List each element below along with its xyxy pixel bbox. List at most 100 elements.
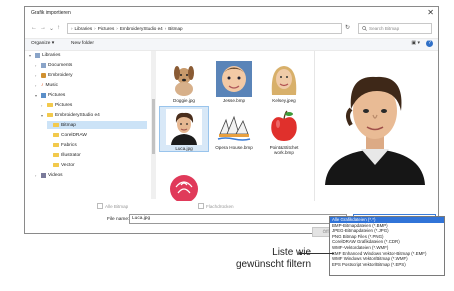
callout-line-2: gewünscht filtern	[236, 259, 312, 270]
breadcrumb-bitmap[interactable]: Bitmap	[168, 26, 182, 31]
tree-item-pictures-library[interactable]: ▾ Pictures	[35, 91, 65, 99]
up-arrow-icon[interactable]: ↑	[57, 25, 60, 31]
file-item-doggie[interactable]: Doggie.jpg	[159, 59, 209, 103]
folder-icon	[53, 152, 59, 158]
file-name-input[interactable]: Luca.jpg	[129, 214, 347, 224]
tree-item-label: Documents	[48, 62, 73, 68]
tree-scrollbar[interactable]	[151, 51, 156, 199]
expand-chevron-icon[interactable]: ▾	[29, 53, 33, 58]
refresh-icon[interactable]: ↻	[345, 24, 350, 31]
file-name: Kelsey.jpeg	[272, 98, 296, 103]
tree-item-label: Embroidery	[48, 72, 73, 78]
video-icon	[41, 172, 46, 178]
folder-icon	[53, 122, 59, 128]
expand-chevron-icon[interactable]: ›	[35, 173, 39, 178]
tree-item-label: Libraries	[42, 52, 61, 58]
expand-chevron-icon[interactable]: ›	[35, 83, 39, 88]
file-name: Luca.jpg	[175, 146, 193, 151]
file-item-opera-house[interactable]: Opera House.bmp	[209, 106, 259, 150]
opera-house-thumbnail	[216, 108, 252, 144]
tree-item-label: CorelDRAW	[61, 132, 87, 138]
forward-arrow-icon[interactable]: →	[40, 25, 46, 31]
apple-thumbnail	[266, 108, 302, 144]
breadcrumb-separator: ›	[116, 26, 118, 31]
tree-item-label: Pictures	[55, 102, 73, 108]
girl-thumbnail	[266, 61, 302, 97]
pictures-icon	[41, 92, 46, 98]
breadcrumb-separator: ›	[94, 26, 96, 31]
file-item-point-stitch[interactable]: Point&Stitchet work.bmp	[259, 106, 309, 155]
new-folder-button[interactable]: New folder	[71, 41, 94, 46]
tree-item-bitmap[interactable]: Bitmap	[47, 121, 147, 129]
organize-button[interactable]: Organize ▾	[31, 41, 54, 46]
folder-icon	[53, 142, 59, 148]
folder-icon	[53, 132, 59, 138]
search-input[interactable]: Search Bitmap	[358, 23, 432, 34]
tree-item-coreldraw[interactable]: CorelDRAW	[47, 131, 87, 139]
tree-item-pictures-folder[interactable]: › Pictures	[41, 101, 72, 109]
navigation-tree: ▾ Libraries › Documents › Embroidery › ♪…	[27, 51, 155, 199]
address-bar[interactable]: › Libraries › Pictures › EmbroideryStudi…	[67, 23, 342, 34]
view-options-button[interactable]: ▣ ▾	[411, 40, 420, 46]
folder-icon	[53, 162, 59, 168]
callout-leader-line	[300, 253, 334, 254]
tree-item-embroiderystudio[interactable]: ▾ EmbroideryStudio e4	[41, 111, 100, 119]
file-item-kelsey[interactable]: Kelsey.jpeg	[259, 59, 309, 103]
library-icon	[41, 72, 46, 78]
back-arrow-icon[interactable]: ←	[31, 25, 37, 31]
library-icon	[35, 52, 40, 58]
folder-icon	[47, 112, 53, 118]
all-bitmap-checkbox[interactable]: Alle Bitmap	[97, 203, 128, 209]
tree-item-music[interactable]: › ♪ Music	[35, 81, 58, 89]
file-item-jesse[interactable]: Jesse.bmp	[209, 59, 259, 103]
import-graphic-dialog: Grafik importieren ✕ ← → ⌄ ↑ › Libraries…	[24, 6, 439, 237]
tree-item-label: Fabrics	[61, 142, 77, 148]
dialog-title: Grafik importieren	[31, 10, 71, 16]
tree-item-fabrics[interactable]: Fabrics	[47, 141, 77, 149]
tree-item-vector[interactable]: Vector	[47, 161, 75, 169]
baby-thumbnail	[216, 61, 252, 97]
file-name: Point&Stitchet work.bmp	[269, 145, 299, 155]
breadcrumb-embroiderystudio[interactable]: EmbroideryStudio e4	[120, 26, 163, 31]
file-name: Opera House.bmp	[215, 145, 253, 150]
flatten-checkbox[interactable]: Flachdrücken	[198, 203, 234, 209]
file-type-option[interactable]: EPS Postscript Vektor/Bitmap (*.EPS)	[330, 262, 444, 268]
music-icon: ♪	[41, 82, 44, 88]
tree-item-label: EmbroideryStudio e4	[55, 112, 100, 118]
preview-pane	[321, 65, 429, 185]
file-item-rose[interactable]	[159, 163, 209, 202]
close-icon[interactable]: ✕	[427, 8, 434, 17]
file-type-dropdown-list: Alle Grafikdateien (*.*) BMP-Bitmapdatei…	[329, 216, 445, 276]
file-name-label: File name:	[107, 217, 130, 222]
checkbox-box[interactable]	[97, 203, 103, 209]
boy-thumbnail	[166, 109, 202, 145]
expand-chevron-icon[interactable]: ›	[41, 103, 45, 108]
expand-chevron-icon[interactable]: ▾	[35, 93, 39, 98]
tree-item-libraries[interactable]: ▾ Libraries	[29, 51, 60, 59]
preview-divider	[314, 51, 315, 201]
checkbox-box[interactable]	[198, 203, 204, 209]
navigation-row: ← → ⌄ ↑ › Libraries › Pictures › Embroid…	[25, 21, 438, 37]
search-icon	[362, 26, 367, 31]
breadcrumb-separator: ›	[71, 26, 73, 31]
expand-chevron-icon[interactable]: ›	[35, 63, 39, 68]
search-placeholder: Search Bitmap	[369, 26, 400, 31]
tree-item-illustrator[interactable]: Illustrator	[47, 151, 81, 159]
tree-item-label: Music	[45, 82, 59, 88]
help-icon[interactable]: ?	[426, 40, 433, 47]
tree-item-embroidery[interactable]: › Embroidery	[35, 71, 73, 79]
scrollbar-thumb[interactable]	[152, 99, 155, 154]
tree-item-label: Bitmap	[61, 122, 76, 128]
file-item-luca[interactable]: Luca.jpg	[159, 106, 209, 152]
breadcrumb-libraries[interactable]: Libraries	[75, 26, 93, 31]
tree-item-documents[interactable]: › Documents	[35, 61, 72, 69]
library-icon	[41, 62, 46, 68]
luca-preview-image	[321, 65, 429, 185]
recent-locations-icon[interactable]: ⌄	[49, 25, 54, 32]
expand-chevron-icon[interactable]: ▾	[41, 113, 45, 118]
tree-item-videos[interactable]: › Videos	[35, 171, 63, 179]
all-bitmap-label: Alle Bitmap	[105, 203, 129, 209]
expand-chevron-icon[interactable]: ›	[35, 73, 39, 78]
command-bar: Organize ▾ New folder ▣ ▾ ?	[25, 38, 438, 51]
breadcrumb-pictures[interactable]: Pictures	[98, 26, 115, 31]
